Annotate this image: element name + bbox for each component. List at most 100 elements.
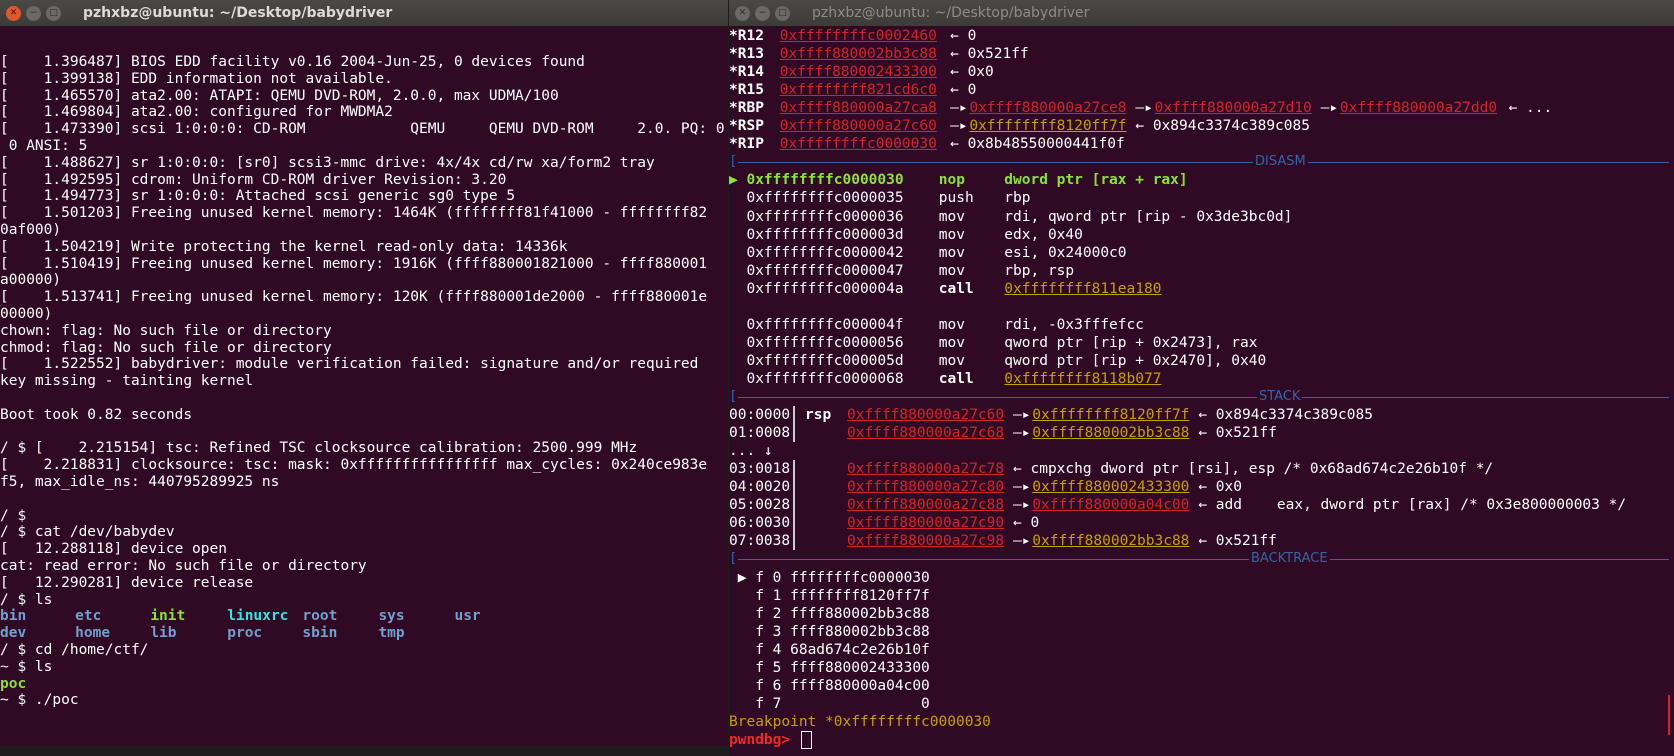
backtrace-frame: f 5 ffff880002433300 — [729, 659, 1674, 677]
stack-offset: 03:0018 — [729, 461, 791, 478]
boot-log-line — [0, 490, 728, 508]
right-window-title: pzhxbz@ubuntu: ~/Desktop/babydriver — [812, 5, 1090, 21]
close-icon[interactable]: ✕ — [6, 5, 21, 21]
boot-log-line: [ 1.501203] Freeing unused kernel memory… — [0, 204, 728, 222]
stack-address: 0xffff880000a27c88 — [846, 497, 1005, 514]
ls-entry: etc — [75, 608, 102, 625]
log-text: [ 1.513741] Freeing unused kernel memory… — [0, 289, 708, 306]
pwndbg-prompt: pwndbg> — [729, 731, 791, 748]
ls-output-row: dev home lib proc sbin tmp — [0, 624, 728, 642]
instruction-mnemonic: mov — [938, 244, 965, 261]
log-text: / $ cat /dev/babydev — [0, 524, 175, 541]
separator-bracket: [ — [729, 389, 739, 405]
disasm-line: 0xffffffffc0000047 mov rbp, rsp — [729, 262, 1674, 280]
instruction-mnemonic: push — [938, 190, 974, 207]
right-terminal-window[interactable]: ✕ − □ pzhxbz@ubuntu: ~/Desktop/babydrive… — [729, 0, 1674, 756]
right-titlebar[interactable]: ✕ − □ pzhxbz@ubuntu: ~/Desktop/babydrive… — [729, 0, 1674, 26]
register-name: *R15 — [729, 82, 764, 99]
maximize-icon[interactable]: □ — [46, 5, 61, 21]
close-icon[interactable]: ✕ — [735, 5, 750, 21]
backtrace-text: f 7 0 — [729, 695, 930, 712]
register-annotation: ← 0x0 — [941, 64, 994, 81]
stack-annotation: ← 0x521ff — [1189, 425, 1277, 442]
instruction-mnemonic: call — [938, 280, 974, 297]
ls-output-row: poc — [0, 675, 728, 693]
boot-log-line: chown: flag: No such file or directory — [0, 322, 728, 340]
stack-deref: 0xffff880002bb3c88 — [1032, 533, 1190, 550]
boot-log-line: [ 1.492595] cdrom: Uniform CD-ROM driver… — [0, 171, 728, 189]
disasm-line: 0xffffffffc000004f mov rdi, -0x3fffefcc — [729, 316, 1674, 334]
instruction-operands: rbp, rsp — [1004, 262, 1075, 279]
shell-text: ~ $ ./poc — [0, 692, 79, 709]
register-name: *RIP — [729, 136, 764, 153]
boot-log-line: [ 1.396487] BIOS EDD facility v0.16 2004… — [0, 53, 728, 71]
left-titlebar[interactable]: ✕ − □ pzhxbz@ubuntu: ~/Desktop/babydrive… — [0, 0, 728, 26]
chain-value: 0xffff880000a27dd0 — [1339, 100, 1498, 117]
stack-address: 0xffff880000a27c78 — [846, 461, 1005, 478]
disasm-line: 0xffffffffc000003d mov edx, 0x40 — [729, 226, 1674, 244]
log-text: [ 1.504219] Write protecting the kernel … — [0, 238, 568, 255]
stack-annotation: ← 0x521ff — [1189, 533, 1277, 550]
stack-line: ... ↓ — [729, 442, 1674, 460]
backtrace-frame: f 3 ffff880002bb3c88 — [729, 623, 1674, 641]
backtrace-text: f 5 ffff880002433300 — [729, 659, 930, 676]
register-line: *R15 0xffffffff821cd6c0 ← 0 — [729, 81, 1674, 99]
cursor-block[interactable] — [800, 730, 812, 751]
backtrace-text: f 2 ffff880002bb3c88 — [729, 605, 930, 622]
backtrace-text: f 4 68ad674c2e26b10f — [729, 641, 930, 658]
boot-log-line: [ 1.513741] Freeing unused kernel memory… — [0, 288, 728, 306]
ls-entry: sys — [378, 608, 405, 625]
stack-line: 06:0030 0xffff880000a27c90 ← 0 — [729, 514, 1674, 533]
register-annotation: ← 0x894c3374c389c085 — [1126, 118, 1310, 135]
register-line: *R12 0xffffffffc0002460 ← 0 — [729, 27, 1674, 45]
backtrace-frame: f 4 68ad674c2e26b10f — [729, 641, 1674, 659]
log-text: Boot took 0.82 seconds — [0, 406, 193, 423]
stack-offset: 06:0030 — [729, 515, 791, 532]
register-value: 0xffffffffc0002460 — [779, 28, 937, 44]
minimize-icon[interactable]: − — [755, 5, 770, 21]
instruction-address: 0xffffffffc0000035 — [729, 190, 904, 207]
instruction-address: 0xffffffffc000004f — [729, 316, 904, 333]
register-value: 0xffffffffc0000030 — [779, 136, 937, 153]
boot-log-line: [ 12.288118] device open — [0, 540, 728, 558]
stack-line: 03:0018 0xffff880000a27c78 ← cmpxchg dwor… — [729, 460, 1674, 479]
log-text: [ 1.492595] cdrom: Uniform CD-ROM driver… — [0, 171, 507, 188]
disasm-line: 0xffffffffc0000036 mov rdi, qword ptr [rip… — [729, 208, 1674, 226]
stack-gutter — [792, 478, 795, 497]
stack-gutter — [792, 532, 795, 551]
minimize-icon[interactable]: − — [26, 5, 41, 21]
scrollbar-indicator[interactable] — [1668, 694, 1670, 735]
register-name: *RBP — [729, 100, 764, 117]
boot-log-line: / $ cat /dev/babydev — [0, 523, 728, 541]
boot-log-line — [0, 389, 728, 407]
ls-entry: lib — [150, 625, 177, 642]
section-label: BACKTRACE — [1249, 551, 1330, 568]
maximize-icon[interactable]: □ — [775, 5, 790, 21]
register-annotation: ← 0 — [941, 82, 977, 99]
backtrace-frame: f 1 ffffffff8120ff7f — [729, 587, 1674, 605]
register-line: *R14 0xffff880002433300 ← 0x0 — [729, 63, 1674, 81]
stack-gutter — [792, 460, 795, 479]
prompt-line: pwndbg> — [729, 730, 1674, 751]
log-text: chown: flag: No such file or directory — [0, 322, 332, 339]
boot-log-line: [ 1.504219] Write protecting the kernel … — [0, 238, 728, 256]
stack-annotation: ← 0x0 — [1189, 479, 1242, 496]
stack-address: 0xffff880000a27c90 — [846, 515, 1005, 532]
boot-log-line: [ 1.510419] Freeing unused kernel memory… — [0, 255, 728, 273]
register-value: 0xffff880000a27ca8 — [779, 100, 937, 117]
instruction-operands: dword ptr [rax + rax] — [1004, 172, 1188, 189]
register-annotation: ← 0x521ff — [941, 46, 1029, 63]
instruction-operands: rdi, -0x3fffefcc — [1004, 316, 1144, 333]
disasm-line — [729, 298, 1674, 316]
log-text: 0 ANSI: 5 — [0, 138, 88, 154]
log-text: [ 12.290281] device release — [0, 574, 254, 591]
chain-value: 0xffff880000a27d10 — [1154, 100, 1312, 117]
section-label: STACK — [1257, 389, 1303, 405]
backtrace-text: f 6 ffff880000a04c00 — [729, 677, 930, 694]
separator-bracket: [ — [729, 551, 739, 568]
log-text: / $ ls — [0, 591, 53, 608]
register-line: *R13 0xffff880002bb3c88 ← 0x521ff — [729, 45, 1674, 63]
instruction-operands: rdi, qword ptr [rip - 0x3de3bc0d] — [1004, 208, 1293, 225]
left-terminal-window[interactable]: ✕ − □ pzhxbz@ubuntu: ~/Desktop/babydrive… — [0, 0, 728, 746]
left-window-title: pzhxbz@ubuntu: ~/Desktop/babydriver — [83, 5, 393, 21]
